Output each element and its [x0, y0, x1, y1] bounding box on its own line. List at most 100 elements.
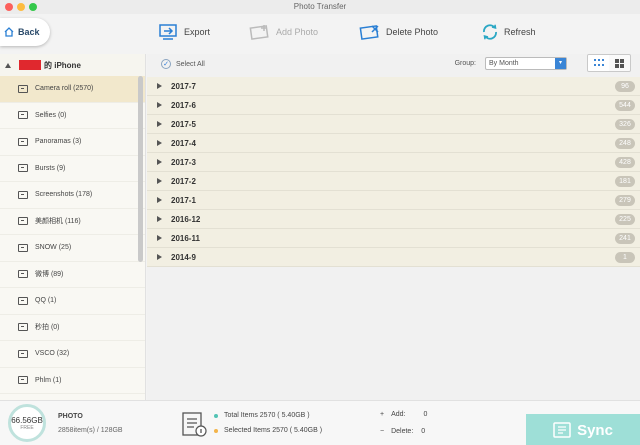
total-items: Total Items 2570 ( 5.40GB ) — [214, 412, 310, 419]
export-button[interactable]: Export — [157, 24, 210, 40]
sidebar-item-label: Bursts (9) — [35, 164, 66, 172]
export-label: Export — [184, 27, 211, 37]
sidebar-item[interactable]: Camera roll (2570) — [0, 76, 145, 103]
select-all-checkbox[interactable]: ✓ — [161, 59, 171, 69]
document-info-icon — [182, 412, 207, 437]
sidebar-item-label: 秒拍 (0) — [35, 324, 60, 332]
sidebar-item[interactable]: Panoramas (3) — [0, 129, 145, 156]
count-badge: 96 — [615, 81, 635, 92]
sidebar: 的 iPhone Camera roll (2570) Selfies (0) Pa… — [0, 54, 146, 400]
add-photo-button[interactable]: Add Photo — [249, 24, 318, 40]
count-badge: 428 — [615, 157, 635, 168]
expand-triangle-icon[interactable] — [157, 102, 162, 108]
sidebar-item-label: Selfies (0) — [35, 111, 67, 119]
plus-icon: + — [380, 411, 385, 418]
sync-button[interactable]: Sync — [526, 414, 640, 445]
expand-triangle-icon[interactable] — [157, 178, 162, 184]
selected-items-text: Selected Items 2570 ( 5.40GB ) — [224, 427, 323, 434]
delete-value: 0 — [421, 428, 426, 435]
album-icon — [18, 349, 28, 358]
delete-photo-label: Delete Photo — [386, 27, 439, 37]
month-group-row[interactable]: 2017-3 428 — [147, 153, 640, 172]
sidebar-item-label: Phlm (1) — [35, 376, 62, 384]
sidebar-item[interactable]: Selfies (0) — [0, 103, 145, 129]
sidebar-item[interactable]: 微博 (89) — [0, 262, 145, 288]
list-header: ✓ Select All Group: By Month ▾ — [147, 54, 640, 74]
count-badge: 241 — [615, 233, 635, 244]
expand-triangle-icon[interactable] — [157, 216, 162, 222]
storage-gauge: 66.56GB FREE — [8, 404, 46, 442]
grid-view-button[interactable] — [609, 55, 630, 71]
title-bar: Photo Transfer — [0, 0, 640, 14]
expand-triangle-icon[interactable] — [157, 235, 162, 241]
select-all-label[interactable]: Select All — [176, 61, 205, 68]
sidebar-item-label: 美颜相机 (116) — [35, 218, 81, 226]
media-count: 2858item(s) / 128GB — [58, 427, 123, 434]
free-size: 66.56GB — [11, 415, 43, 425]
free-label: FREE — [20, 424, 34, 431]
selected-dot — [214, 428, 218, 433]
month-label: 2017-3 — [171, 157, 196, 167]
sidebar-item[interactable]: QQ (1) — [0, 288, 145, 315]
count-badge: 248 — [615, 138, 635, 149]
selfie-icon — [18, 111, 28, 120]
count-badge: 544 — [615, 100, 635, 111]
month-group-row[interactable]: 2017-2 181 — [147, 172, 640, 191]
add-value: 0 — [423, 411, 428, 418]
selected-items: Selected Items 2570 ( 5.40GB ) — [214, 427, 322, 434]
window-title: Photo Transfer — [293, 2, 347, 11]
count-badge: 181 — [615, 176, 635, 187]
expand-triangle-icon[interactable] — [157, 140, 162, 146]
month-group-row[interactable]: 2014-9 1 — [147, 248, 640, 267]
month-label: 2017-5 — [171, 119, 196, 129]
sidebar-item[interactable]: Screenshots (178) — [0, 182, 145, 209]
footer: 66.56GB FREE PHOTO 2858item(s) / 128GB T… — [0, 400, 640, 445]
expand-triangle-icon[interactable] — [157, 159, 162, 165]
sidebar-scrollbar[interactable] — [138, 76, 143, 262]
camera-icon — [18, 84, 28, 93]
month-label: 2014-9 — [171, 252, 196, 262]
list-view-button[interactable] — [588, 55, 609, 71]
sidebar-item[interactable]: SNOW (25) — [0, 235, 145, 262]
month-group-row[interactable]: 2017-5 326 — [147, 115, 640, 134]
month-group-row[interactable]: 2016-12 225 — [147, 210, 640, 229]
expand-triangle-icon[interactable] — [157, 121, 162, 127]
month-group-row[interactable]: 2017-4 248 — [147, 134, 640, 153]
group-select[interactable]: By Month ▾ — [485, 57, 567, 70]
refresh-button[interactable]: Refresh — [481, 24, 536, 40]
refresh-icon — [483, 24, 497, 40]
add-photo-label: Add Photo — [276, 27, 319, 37]
expand-triangle-icon[interactable] — [157, 254, 162, 260]
delete-photo-button[interactable]: Delete Photo — [359, 24, 438, 40]
device-header[interactable]: 的 iPhone — [0, 54, 145, 76]
sync-label: Sync — [577, 421, 613, 439]
expand-triangle-icon[interactable] — [157, 197, 162, 203]
delete-label: Delete: — [391, 428, 414, 435]
sidebar-item[interactable]: 秒拍 (0) — [0, 315, 145, 341]
sidebar-item[interactable]: 美颜相机 (116) — [0, 209, 145, 235]
minus-icon: − — [380, 428, 385, 435]
sidebar-item-label: QQ (1) — [35, 297, 57, 305]
sidebar-item[interactable]: VSCO (32) — [0, 341, 145, 368]
month-label: 2017-4 — [171, 138, 196, 148]
view-toggle — [587, 54, 631, 72]
refresh-label: Refresh — [504, 27, 536, 37]
group-select-value: By Month — [489, 60, 519, 67]
sidebar-item-label: Panoramas (3) — [35, 138, 82, 146]
month-group-row[interactable]: 2017-6 544 — [147, 96, 640, 115]
album-icon — [18, 270, 28, 279]
count-badge: 279 — [615, 195, 635, 206]
sidebar-item-label: VSCO (32) — [35, 350, 70, 358]
expand-triangle-icon[interactable] — [157, 83, 162, 89]
sidebar-item[interactable]: Bursts (9) — [0, 156, 145, 182]
month-group-row[interactable]: 2017-1 279 — [147, 191, 640, 210]
total-items-text: Total Items 2570 ( 5.40GB ) — [224, 412, 310, 419]
count-badge: 225 — [615, 214, 635, 225]
month-group-row[interactable]: 2017-7 96 — [147, 77, 640, 96]
album-icon — [18, 243, 28, 252]
month-group-row[interactable]: 2016-11 241 — [147, 229, 640, 248]
album-icon — [18, 217, 28, 226]
sync-icon — [553, 422, 571, 438]
sidebar-item[interactable]: Phlm (1) — [0, 368, 145, 394]
eject-icon[interactable] — [5, 62, 11, 68]
